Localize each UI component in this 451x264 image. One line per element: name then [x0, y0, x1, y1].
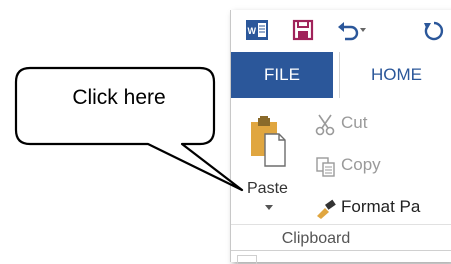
- word-logo-letter: W: [248, 26, 257, 36]
- tab-home[interactable]: HOME: [339, 52, 451, 98]
- copy-button[interactable]: Copy: [315, 154, 435, 180]
- format-painter-icon: [317, 199, 336, 219]
- quick-access-toolbar: W: [231, 10, 451, 52]
- format-painter-label: Format Pa: [341, 197, 421, 216]
- copy-icon: [316, 157, 335, 177]
- scissors-icon: [315, 114, 335, 136]
- format-painter-button[interactable]: Format Pa: [315, 196, 451, 222]
- ribbon-tabs: FILE HOME: [231, 52, 451, 99]
- callout-text: Click here: [72, 86, 166, 109]
- cut-button[interactable]: Cut: [315, 112, 435, 138]
- document-ruler-corner: [237, 255, 257, 264]
- save-icon[interactable]: [291, 18, 315, 42]
- chevron-down-icon[interactable]: [265, 205, 273, 211]
- cut-label: Cut: [341, 113, 368, 132]
- redo-icon[interactable]: [422, 18, 446, 42]
- copy-label: Copy: [341, 155, 381, 174]
- paste-button[interactable]: Paste: [239, 106, 299, 218]
- undo-icon[interactable]: [335, 18, 369, 42]
- ribbon-bottom-border: [231, 250, 451, 251]
- paste-label: Paste: [247, 180, 288, 197]
- ribbon-home: Paste Cut Copy Format Pa Clipboard: [231, 98, 451, 264]
- tab-file[interactable]: FILE: [231, 52, 333, 98]
- paste-clipboard-icon: [251, 116, 286, 167]
- word-window: W FILE HOME Paste Cut Copy Format Pa Cli…: [230, 10, 451, 264]
- group-separator: [231, 224, 451, 225]
- word-logo-icon[interactable]: W: [245, 18, 269, 42]
- clipboard-group-label: Clipboard: [281, 230, 351, 247]
